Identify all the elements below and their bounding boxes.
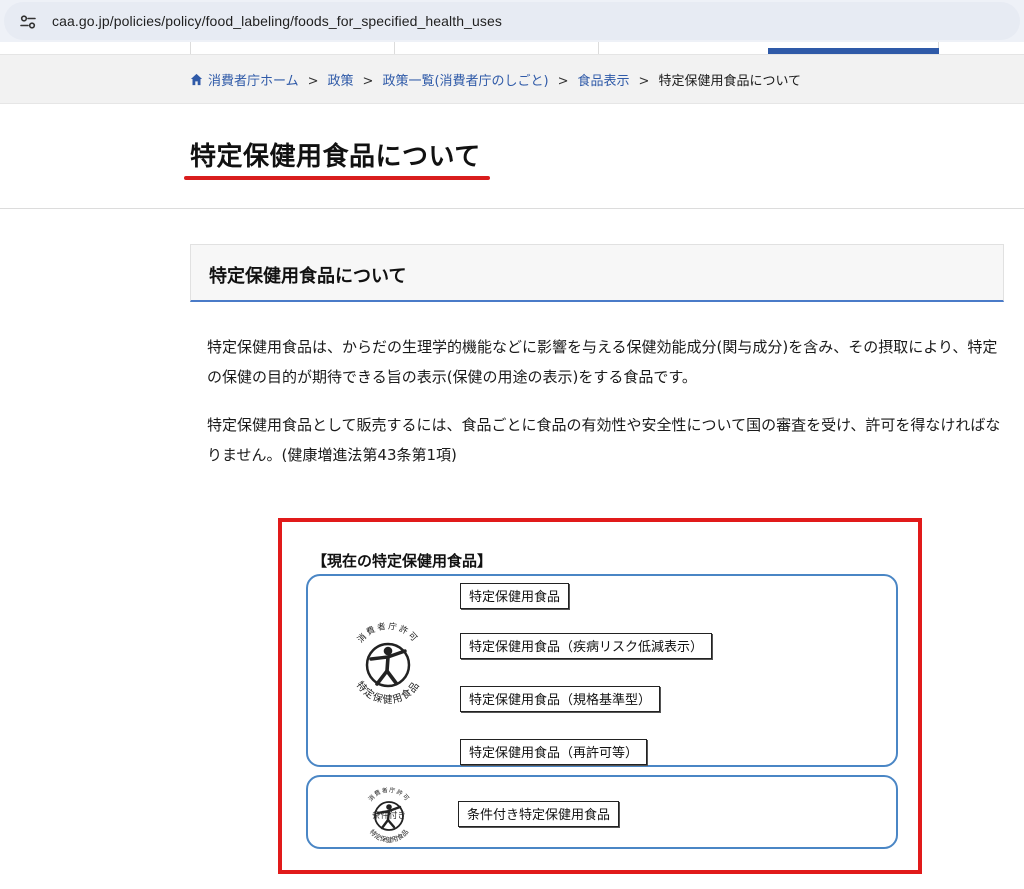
conditional-foshu-group: 消費者庁許可 条件付き 特定保健用食品 条件付き特定保健用食品	[306, 775, 898, 849]
breadcrumb-separator: >	[557, 74, 569, 89]
figure-title: 【現在の特定保健用食品】	[312, 552, 493, 570]
breadcrumb-link-policy-list[interactable]: 政策一覧(消費者庁のしごと)	[382, 74, 548, 89]
foshu-category-standard: 特定保健用食品	[460, 583, 570, 609]
breadcrumb-link-food-labeling[interactable]: 食品表示	[578, 74, 630, 89]
breadcrumb-current: 特定保健用食品について	[658, 74, 802, 89]
svg-text:条件付き: 条件付き	[372, 810, 406, 821]
title-underline	[184, 176, 490, 180]
foshu-category-disease-risk: 特定保健用食品（疾病リスク低減表示）	[460, 633, 713, 659]
section-heading-box: 特定保健用食品について	[190, 244, 1004, 302]
browser-address-bar: caa.go.jp/policies/policy/food_labeling/…	[0, 0, 1024, 42]
section-heading: 特定保健用食品について	[209, 266, 407, 287]
nav-active-indicator	[768, 48, 939, 54]
svg-text:消費者庁許可: 消費者庁許可	[355, 621, 420, 645]
home-icon	[190, 73, 203, 86]
nav-divider	[394, 42, 395, 54]
conditional-foshu-mark-icon: 消費者庁許可 条件付き 特定保健用食品	[367, 786, 411, 844]
nav-divider	[598, 42, 599, 54]
foshu-category-standardized: 特定保健用食品（規格基準型）	[460, 686, 661, 712]
header-divider	[0, 208, 1024, 209]
breadcrumb-bar: 消費者庁ホーム > 政策 > 政策一覧(消費者庁のしごと) > 食品表示 > 特定保健用食品につ…	[0, 55, 1024, 104]
breadcrumb-link-home[interactable]: 消費者庁ホーム	[208, 74, 299, 89]
site-settings-icon[interactable]	[18, 12, 38, 32]
breadcrumb: 消費者庁ホーム > 政策 > 政策一覧(消費者庁のしごと) > 食品表示 > 特定保健用食品につ…	[190, 70, 801, 89]
nav-divider	[190, 42, 191, 54]
approval-paragraph: 特定保健用食品として販売するには、食品ごとに食品の有効性や安全性について国の審査…	[207, 416, 1001, 464]
page-title: 特定保健用食品について	[190, 142, 481, 172]
svg-text:消費者庁許可: 消費者庁許可	[367, 786, 411, 803]
foshu-category-reapproval: 特定保健用食品（再許可等）	[460, 739, 648, 765]
foshu-mark-icon: 消費者庁許可 特定保健用食品	[354, 621, 422, 706]
url-field[interactable]: caa.go.jp/policies/policy/food_labeling/…	[4, 2, 1020, 40]
url-text[interactable]: caa.go.jp/policies/policy/food_labeling/…	[52, 13, 502, 29]
breadcrumb-separator: >	[362, 74, 374, 89]
breadcrumb-separator: >	[307, 74, 319, 89]
conditional-foshu-category: 条件付き特定保健用食品	[458, 801, 620, 827]
breadcrumb-link-policy[interactable]: 政策	[328, 74, 354, 89]
foshu-group: 消費者庁許可 特定保健用食品 特定保健用食品 特定保健用食品（疾病リスク低減表示…	[306, 574, 898, 767]
breadcrumb-separator: >	[638, 74, 650, 89]
foshu-category-figure: 【現在の特定保健用食品】 消費者庁許可 特定保健用食品 特定保健用食品 特定保健…	[278, 518, 922, 874]
intro-paragraph: 特定保健用食品は、からだの生理学的機能などに影響を与える保健効能成分(関与成分)…	[207, 338, 998, 386]
